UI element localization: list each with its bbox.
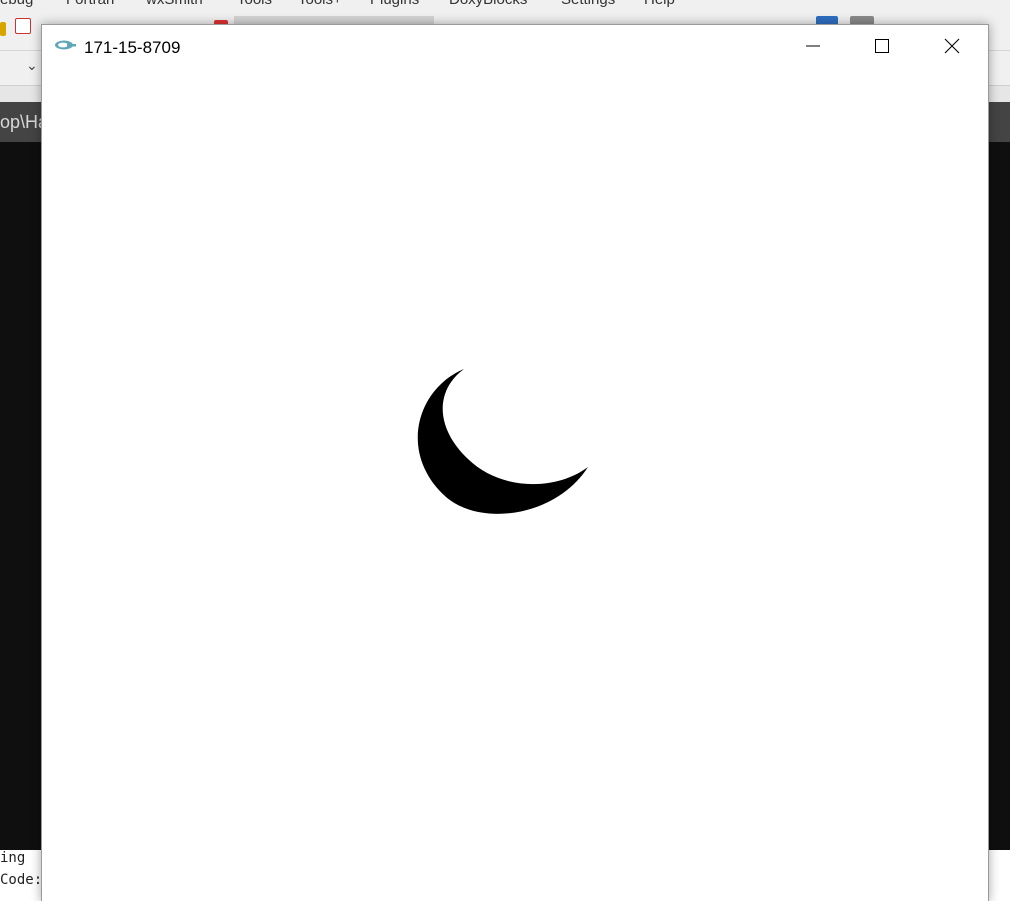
ide-menu-help[interactable]: Help [644, 0, 675, 8]
close-icon [944, 38, 960, 59]
minimize-icon [805, 38, 821, 59]
ide-menubar: ebug Fortran wxSmith Tools Tools+ Plugin… [0, 0, 1010, 8]
rebuild-icon[interactable] [15, 18, 31, 34]
title-bar[interactable]: 171-15-8709 [42, 25, 988, 71]
opengl-glut-icon [54, 39, 76, 53]
log-line: ing [0, 850, 26, 866]
ide-menu-plugins[interactable]: Plugins [370, 0, 419, 8]
render-canvas[interactable] [42, 71, 988, 901]
desktop-background: ebug Fortran wxSmith Tools Tools+ Plugin… [0, 0, 1010, 901]
ide-menu-wxsmith[interactable]: wxSmith [146, 0, 203, 8]
maximize-icon [874, 38, 890, 59]
ide-menu-fortran[interactable]: Fortran [66, 0, 114, 8]
ide-menu-doxyblocks[interactable]: DoxyBlocks [449, 0, 527, 8]
toolbar-icon[interactable] [0, 22, 6, 36]
minimize-button[interactable] [778, 25, 848, 71]
maximize-button[interactable] [847, 25, 917, 71]
ide-menu-tools[interactable]: Tools [237, 0, 272, 8]
crescent-moon-shape [417, 369, 588, 514]
close-button[interactable] [917, 25, 987, 71]
log-line: Code: [0, 872, 43, 888]
app-window: 171-15-8709 [41, 24, 989, 901]
ide-menu-debug[interactable]: ebug [0, 0, 33, 8]
ide-menu-tools-plus[interactable]: Tools+ [298, 0, 342, 8]
chevron-down-icon[interactable]: ⌄ [26, 57, 38, 74]
ide-menu-settings[interactable]: Settings [561, 0, 615, 8]
window-title: 171-15-8709 [84, 38, 181, 57]
